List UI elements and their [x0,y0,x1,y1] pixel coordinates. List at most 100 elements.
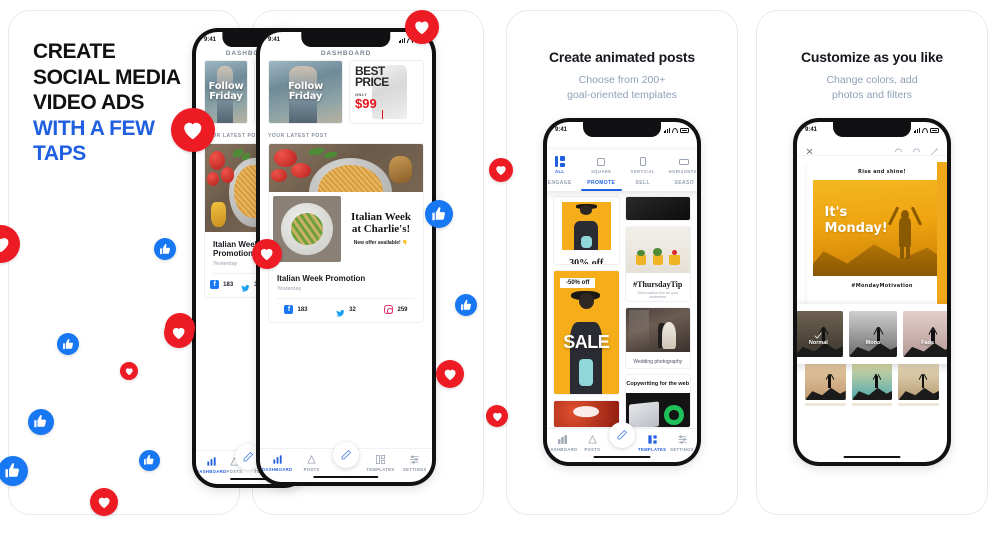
follow-friday-card[interactable]: Follow Friday [268,60,343,124]
filter-thumb-normal[interactable]: Normal [797,311,843,357]
follow-friday-card[interactable]: Follow Friday [204,60,248,124]
screenshot-stage: CREATE SOCIAL MEDIA VIDEO ADS WITH A FEW… [0,0,995,533]
triangle-icon [587,434,598,445]
filter-thumb-mono[interactable]: Mono [848,311,898,357]
tab-dashboard[interactable]: DASHBOARD [260,454,294,472]
square-icon [596,156,607,167]
status-time: 9:41 [555,127,568,133]
leaf-1 [637,249,645,256]
wifi-icon [922,127,928,133]
app-screen-title: DASHBOARD [320,50,372,57]
phone-mockup-templates: 9:41 ALL SQUARE VERTICAL HORIZONTAL ENGA… [543,118,701,466]
notch [301,32,391,47]
top-shape [579,359,594,387]
tab-posts[interactable]: POSTS [577,434,607,452]
tab-dashboard[interactable]: DASHBOARD [547,434,577,452]
tab-dashboard-label: DASHBOARD [547,447,578,452]
heart-glyph [98,497,110,509]
body-shape [875,376,878,388]
filter-vertical[interactable]: VERTICAL [622,156,664,174]
bar-chart-icon [557,434,568,445]
heart-reaction-icon [252,239,282,269]
thumbs-up-glyph [62,338,73,349]
basil-2 [324,151,337,159]
tab-dashboard[interactable]: DASHBOARD [196,456,226,474]
tab-dashboard-label: DASHBOARD [262,467,293,472]
filter-horizontal-label: HORIZONTAL [668,169,697,174]
category-engage[interactable]: ENGAGE [547,180,581,191]
tab-templates[interactable]: TEMPLATES [637,434,667,452]
phone-mockup-dashboard-main: 9:41 DASHBOARD Follow Friday BEST PRICE … [256,28,436,486]
best-price-card[interactable]: BEST PRICE ONLY $99 [349,60,424,124]
template-card-dark[interactable] [624,196,691,221]
tab-templates[interactable]: TEMPLATES [363,454,397,472]
status-indicators [663,127,689,133]
heart-glyph [184,123,202,140]
close-icon[interactable] [805,143,814,155]
template-card-30off[interactable]: 30% off [553,196,620,266]
category-seasonal[interactable]: SEASO [664,180,698,191]
template-card-wedding[interactable]: Wedding photography [624,306,691,369]
canvas-headline: It's Monday! [825,205,888,238]
status-indicators [913,127,939,133]
triangle-icon [306,454,317,465]
tab-settings-label: SETTINGS [670,447,694,452]
template-card-copywriting[interactable]: Copywriting for the web [624,373,691,428]
undo-icon[interactable] [894,143,903,153]
filter-horizontal[interactable]: HORIZONTAL [664,156,697,174]
design-canvas[interactable]: Rise and shine! It's Monday! #MondayMoti… [807,162,947,312]
tab-settings[interactable]: SETTINGS [398,454,432,472]
filter-all[interactable]: ALL [547,156,581,174]
filter-thumb-warm-2[interactable] [898,360,940,400]
template-card-food[interactable] [553,399,620,428]
template-grid: 30% off -50% off SALE #ThursdayTip Short… [547,196,697,428]
template-card-row: Follow Friday BEST PRICE ONLY $99 [260,60,432,124]
filter-all-label: ALL [555,169,565,174]
head-shape [578,293,594,309]
wifi-icon [672,127,678,133]
leg-left [900,243,904,259]
tab-posts[interactable]: POSTS [294,454,328,472]
best-price-text: BEST PRICE ONLY $99 [350,61,423,123]
layout-grid-icon [375,454,386,465]
heart-glyph [492,412,502,421]
panel-4-subtitle-line-2: photos and filters [832,89,912,102]
filter-thumb-fade[interactable]: Fade [903,311,947,357]
filter-label: Normal [808,339,828,346]
check-icon [814,327,823,339]
category-promote[interactable]: PROMOTE [581,180,623,191]
magic-wand-icon[interactable] [930,143,939,155]
heart-reaction-icon [120,362,138,380]
editor-toolbar-right [894,143,939,155]
facebook-icon [210,280,220,289]
editor-canvas-area: Rise and shine! It's Monday! #MondayMoti… [797,162,947,312]
filter-thumb-cool[interactable] [851,360,893,400]
category-sell[interactable]: SELL [622,180,664,191]
ring-shape [664,405,684,426]
home-indicator [313,475,379,478]
latest-post-card[interactable]: Italian Week at Charlie's! New offer ava… [268,143,424,323]
redo-icon[interactable] [912,143,921,153]
create-post-fab[interactable] [609,422,636,448]
grid-icon [554,156,565,167]
filter-picker: Normal Mono Fade [797,304,947,364]
template-card-sale[interactable]: -50% off SALE [553,270,620,395]
thumbs-up-glyph [159,243,170,254]
instagram-count: 259 [397,306,408,313]
template-card-thursdaytip[interactable]: #ThursdayTip Short caption line for your… [624,225,691,302]
dress-shape [661,321,676,349]
follow-friday-text: Follow Friday [269,61,342,123]
create-post-fab[interactable] [333,442,360,468]
like-reaction-icon [154,238,176,260]
filter-square[interactable]: SQUARE [581,156,623,174]
layout-grid-icon [647,434,658,445]
tab-settings[interactable]: SETTINGS [667,434,697,452]
canvas-headline-line-2: Monday! [824,221,888,237]
filter-thumb-warm-1[interactable] [805,360,846,400]
ff-line-2: Friday [209,91,243,102]
laptop-shape [629,401,660,428]
stat-instagram: 259 [371,305,421,314]
thumbs-up-glyph [34,415,47,428]
twitter-icon [241,280,250,292]
ff-line-2: Friday [288,91,323,102]
